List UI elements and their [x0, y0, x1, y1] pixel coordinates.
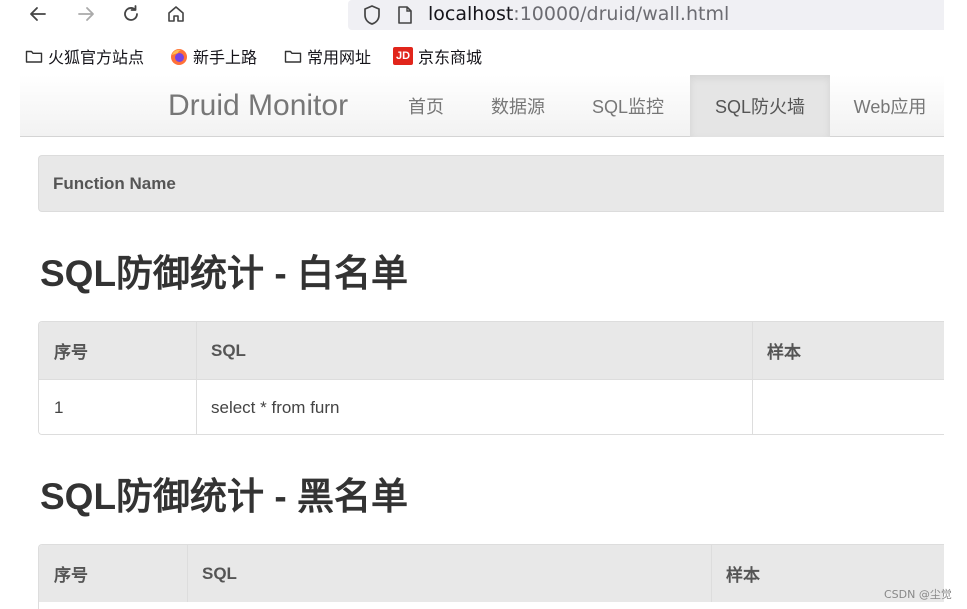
bookmark-label: 新手上路: [193, 48, 258, 67]
bookmark-common-sites[interactable]: 常用网址: [284, 42, 371, 70]
cell-index: 1: [54, 397, 64, 417]
bookmark-jd-mall[interactable]: JD 京东商城: [393, 42, 482, 70]
bookmark-label: 京东商城: [418, 48, 483, 67]
header-sql: SQL: [211, 340, 246, 360]
watermark: CSDN @尘觉: [884, 588, 952, 601]
brand-title[interactable]: Druid Monitor: [168, 87, 348, 125]
bookmark-firefox-site[interactable]: 火狐官方站点: [25, 42, 144, 70]
bookmark-label: 火狐官方站点: [48, 48, 145, 67]
cell-sql: select * from furn: [211, 397, 340, 417]
bookmarks-bar: 火狐官方站点 新手上路 常用网址 JD 京东商城: [0, 42, 967, 70]
firefox-icon: [170, 48, 188, 65]
folder-icon: [284, 48, 302, 64]
header-sql: SQL: [202, 563, 237, 583]
whitelist-title: SQL防御统计 - 白名单: [40, 253, 408, 294]
forward-arrow-icon[interactable]: [74, 2, 98, 26]
nav-home[interactable]: 首页: [394, 75, 458, 137]
function-name-label: Function Name: [53, 174, 176, 193]
blacklist-title: SQL防御统计 - 黑名单: [40, 476, 408, 517]
home-icon[interactable]: [164, 2, 188, 26]
bookmark-label: 常用网址: [307, 48, 372, 67]
reload-icon[interactable]: [119, 2, 143, 26]
nav-sql-monitor[interactable]: SQL监控: [578, 75, 678, 137]
url-host: localhost: [428, 3, 514, 25]
table-header-row: 序号 SQL 样本: [39, 545, 944, 602]
app-navbar: Druid Monitor 首页 数据源 SQL监控 SQL防火墙 Web应用: [20, 75, 944, 137]
jd-logo-icon: JD: [393, 47, 413, 65]
nav-web-app[interactable]: Web应用: [840, 75, 940, 137]
shield-icon[interactable]: [362, 4, 382, 26]
blacklist-table: 序号 SQL 样本: [38, 544, 944, 609]
nav-sql-firewall[interactable]: SQL防火墙: [690, 75, 830, 137]
back-arrow-icon[interactable]: [26, 2, 50, 26]
whitelist-table: 序号 SQL 样本 1 select * from furn: [38, 321, 944, 435]
header-sample: 样本: [767, 343, 801, 362]
folder-icon: [25, 48, 43, 64]
nav-datasource[interactable]: 数据源: [480, 75, 556, 137]
page-icon[interactable]: [397, 5, 413, 25]
header-index: 序号: [54, 566, 88, 585]
function-name-bar: Function Name: [38, 155, 944, 212]
header-sample: 样本: [726, 566, 760, 585]
bookmark-getting-started[interactable]: 新手上路: [170, 42, 257, 70]
url-path: :10000/druid/wall.html: [513, 3, 730, 25]
url-text[interactable]: localhost:10000/druid/wall.html: [428, 2, 729, 26]
browser-toolbar: localhost:10000/druid/wall.html: [0, 0, 967, 30]
cell-sample: [752, 380, 767, 434]
table-row: 1 select * from furn: [39, 379, 944, 434]
header-index: 序号: [54, 343, 88, 362]
table-header-row: 序号 SQL 样本: [39, 322, 944, 379]
